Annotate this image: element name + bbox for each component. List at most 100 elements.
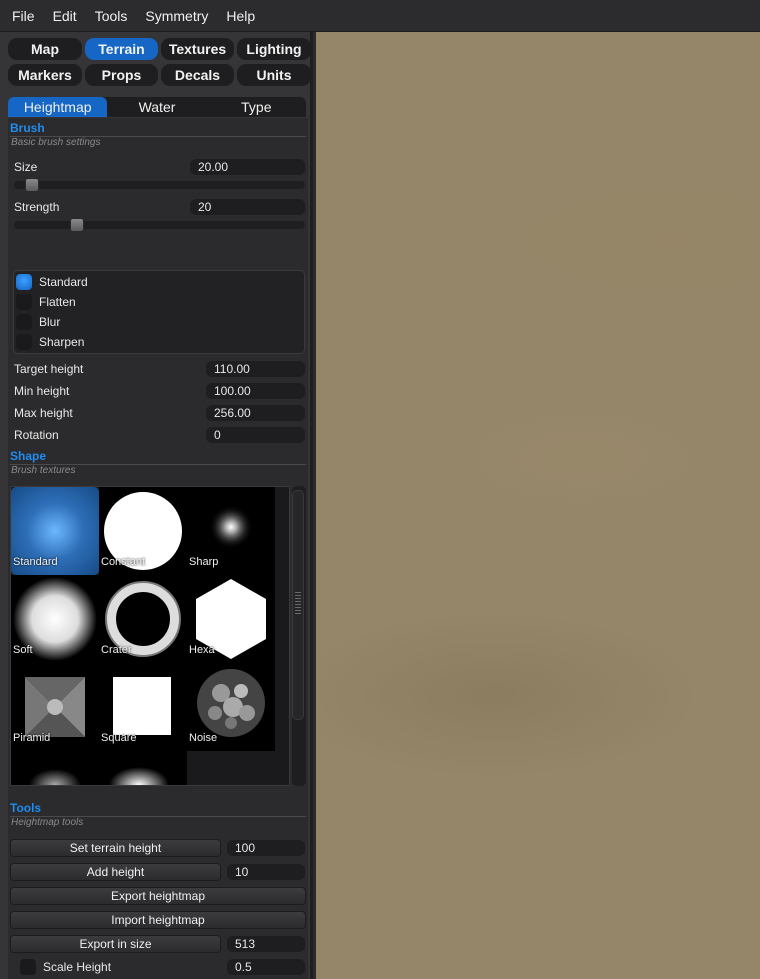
menu-symmetry[interactable]: Symmetry bbox=[136, 0, 217, 32]
export-size-field[interactable]: 513 bbox=[227, 936, 305, 952]
tab-markers[interactable]: Markers bbox=[8, 64, 82, 86]
brush-texture-label: Sharp bbox=[189, 556, 219, 568]
size-field[interactable]: 20.00 bbox=[190, 159, 305, 175]
max-height-field[interactable]: 256.00 bbox=[206, 405, 305, 421]
size-slider[interactable] bbox=[14, 181, 305, 189]
set-terrain-height-field[interactable]: 100 bbox=[227, 840, 305, 856]
brush-texture-soft[interactable]: Soft bbox=[11, 575, 99, 663]
menu-tools[interactable]: Tools bbox=[86, 0, 137, 32]
shape-section-title: Shape bbox=[10, 449, 47, 463]
brush-mode-group: Standard Flatten Blur Sharpen bbox=[13, 270, 305, 354]
grip-icon bbox=[295, 604, 301, 605]
strength-field[interactable]: 20 bbox=[190, 199, 305, 215]
shape-section-subtitle: Brush textures bbox=[11, 465, 76, 476]
menu-help[interactable]: Help bbox=[217, 0, 264, 32]
size-slider-handle[interactable] bbox=[25, 178, 39, 192]
radio-unchecked-icon[interactable] bbox=[16, 334, 32, 350]
radio-unchecked-icon[interactable] bbox=[16, 314, 32, 330]
brush-texture-label: Hexa bbox=[189, 644, 215, 656]
min-height-field[interactable]: 100.00 bbox=[206, 383, 305, 399]
menu-edit[interactable]: Edit bbox=[44, 0, 86, 32]
brush-texture-label: Crater bbox=[101, 644, 132, 656]
grip-icon bbox=[295, 610, 301, 611]
brush-preview bbox=[109, 767, 169, 785]
tab-terrain[interactable]: Terrain bbox=[85, 38, 158, 60]
tools-section-title: Tools bbox=[10, 801, 42, 815]
grip-icon bbox=[295, 592, 301, 593]
subtab-heightmap[interactable]: Heightmap bbox=[8, 97, 108, 117]
subtab-water[interactable]: Water bbox=[107, 97, 206, 117]
brush-texture-label: Piramid bbox=[13, 732, 51, 744]
add-height-field[interactable]: 10 bbox=[227, 864, 305, 880]
scale-height-label: Scale Height bbox=[43, 960, 112, 974]
brush-texture-label: Constant bbox=[101, 556, 146, 568]
menu-bar: File Edit Tools Symmetry Help bbox=[0, 0, 760, 32]
rotation-label: Rotation bbox=[14, 428, 59, 442]
import-heightmap-button[interactable]: Import heightmap bbox=[10, 911, 306, 929]
brush-texture-label: Standard bbox=[13, 556, 58, 568]
brush-section-title: Brush bbox=[10, 121, 45, 135]
scale-height-checkbox[interactable] bbox=[20, 959, 36, 975]
max-height-label: Max height bbox=[14, 406, 73, 420]
mode-tabs: Map Terrain Textures Lighting Markers Pr… bbox=[8, 38, 311, 86]
brush-texture-hexa[interactable]: Hexa bbox=[187, 575, 275, 663]
set-terrain-height-button[interactable]: Set terrain height bbox=[10, 839, 221, 857]
radio-checked-icon[interactable] bbox=[16, 274, 32, 290]
export-heightmap-button[interactable]: Export heightmap bbox=[10, 887, 306, 905]
grip-icon bbox=[295, 598, 301, 599]
size-label: Size bbox=[14, 160, 38, 174]
brush-texture-noise[interactable]: Noise bbox=[187, 663, 275, 751]
grip-icon bbox=[295, 613, 301, 614]
editor-panel: Map Terrain Textures Lighting Markers Pr… bbox=[0, 32, 313, 979]
grip-icon bbox=[295, 607, 301, 608]
min-height-label: Min height bbox=[14, 384, 70, 398]
brush-mode-label: Blur bbox=[39, 315, 61, 329]
tab-units[interactable]: Units bbox=[237, 64, 311, 86]
brush-texture-standard[interactable]: Standard bbox=[11, 487, 99, 575]
menu-file[interactable]: File bbox=[3, 0, 44, 32]
tools-section-subtitle: Heightmap tools bbox=[11, 817, 84, 828]
brush-mode-standard[interactable]: Standard bbox=[14, 272, 304, 292]
brush-texture-square[interactable]: Square bbox=[99, 663, 187, 751]
tab-lighting[interactable]: Lighting bbox=[237, 38, 311, 60]
brush-texture-label: Soft bbox=[13, 644, 33, 656]
target-height-field[interactable]: 110.00 bbox=[206, 361, 305, 377]
brush-texture-label: Noise bbox=[189, 732, 218, 744]
brush-texture-crater[interactable]: Crater bbox=[99, 575, 187, 663]
brush-texture-sharp[interactable]: Sharp bbox=[187, 487, 275, 575]
grip-icon bbox=[295, 601, 301, 602]
add-height-button[interactable]: Add height bbox=[10, 863, 221, 881]
brush-mode-label: Sharpen bbox=[39, 335, 85, 349]
terrain-viewport[interactable] bbox=[316, 32, 760, 979]
strength-slider[interactable] bbox=[14, 221, 305, 229]
brush-preview bbox=[29, 769, 81, 785]
tab-props[interactable]: Props bbox=[85, 64, 158, 86]
subtab-type[interactable]: Type bbox=[207, 97, 306, 117]
brush-mode-label: Standard bbox=[39, 275, 88, 289]
target-height-label: Target height bbox=[14, 362, 84, 376]
brush-texture-partial[interactable] bbox=[11, 751, 99, 785]
brush-mode-sharpen[interactable]: Sharpen bbox=[14, 332, 304, 352]
brush-mode-flatten[interactable]: Flatten bbox=[14, 292, 304, 312]
tab-map[interactable]: Map bbox=[8, 38, 82, 60]
brush-texture-label: Square bbox=[101, 732, 137, 744]
brush-mode-label: Flatten bbox=[39, 295, 76, 309]
strength-slider-handle[interactable] bbox=[70, 218, 84, 232]
brush-texture-grid: Standard Constant Sharp Soft Crater Hexa… bbox=[10, 486, 290, 786]
scale-height-field[interactable]: 0.5 bbox=[227, 959, 305, 975]
brush-texture-piramid[interactable]: Piramid bbox=[11, 663, 99, 751]
brush-texture-constant[interactable]: Constant bbox=[99, 487, 187, 575]
terrain-subtabs: Heightmap Water Type bbox=[8, 97, 306, 117]
rotation-field[interactable]: 0 bbox=[206, 427, 305, 443]
grip-icon bbox=[295, 595, 301, 596]
export-in-size-button[interactable]: Export in size bbox=[10, 935, 221, 953]
tab-textures[interactable]: Textures bbox=[161, 38, 234, 60]
radio-unchecked-icon[interactable] bbox=[16, 294, 32, 310]
brush-section-subtitle: Basic brush settings bbox=[11, 137, 101, 148]
heightmap-content: Brush Basic brush settings Size 20.00 St… bbox=[8, 118, 308, 979]
brush-mode-blur[interactable]: Blur bbox=[14, 312, 304, 332]
tab-decals[interactable]: Decals bbox=[161, 64, 234, 86]
brush-texture-partial[interactable] bbox=[99, 751, 187, 785]
strength-label: Strength bbox=[14, 200, 60, 214]
texture-scrollbar-thumb[interactable] bbox=[292, 490, 304, 720]
